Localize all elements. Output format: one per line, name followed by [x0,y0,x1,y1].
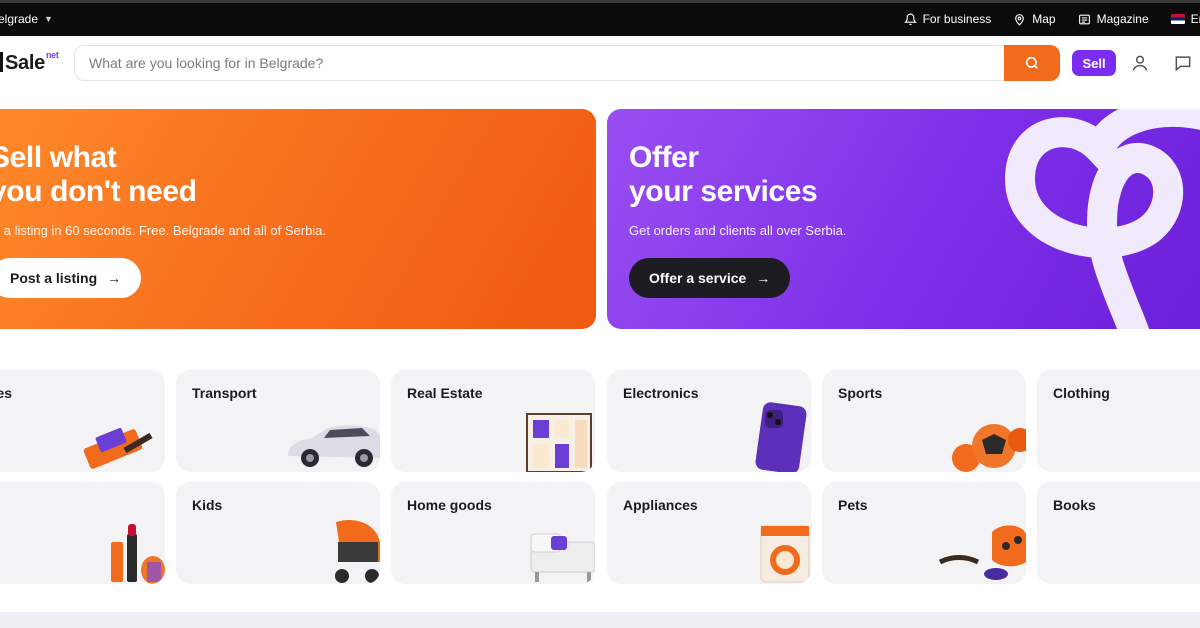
services-banner-subtitle: Get orders and clients all over Serbia. [629,223,847,238]
swirl-decoration-icon [1004,109,1200,329]
newspaper-icon [1078,14,1090,24]
pet-supplies-icon [938,525,1026,580]
offer-service-label: Offer a service [649,270,747,286]
map-label: Map [1032,12,1056,26]
section-divider [0,612,1200,628]
sell-banner[interactable]: Sell what you don't need st a listing in… [0,109,596,329]
post-listing-button[interactable]: Post a listing → [0,258,142,298]
user-icon [1132,55,1148,71]
sell-banner-title: Sell what you don't need [0,141,197,208]
map-pin-icon [1015,13,1025,26]
category-label: Real Estate [407,385,483,401]
book-icon [1137,512,1200,584]
messages-button[interactable] [1173,53,1193,73]
sell-banner-subtitle: st a listing in 60 seconds. Free. Belgra… [0,223,327,238]
category-card-clothing[interactable]: Clothing [1037,370,1200,472]
category-card-beauty[interactable]: uty [0,482,165,584]
logo-mark [0,52,3,72]
sofa-icon [530,533,595,582]
washing-machine-icon [760,525,810,583]
logo-superscript: net [45,50,59,60]
services-banner-title: Offer your services [629,141,818,208]
category-label: Transport [192,385,257,401]
search-bar [74,45,1060,81]
city-selector[interactable]: elgrade ▼ [0,12,53,26]
category-label: Books [1053,497,1096,513]
arrow-right-icon: → [756,270,771,286]
balls-icon [952,424,1026,472]
category-card-appliances[interactable]: Appliances [607,482,811,584]
category-label: Clothing [1053,385,1110,401]
top-bar: elgrade ▼ For business Map Magazine Eng [0,0,1200,36]
flag-icon [1170,14,1185,24]
bell-icon [903,13,917,25]
sell-button[interactable]: Sell [1072,50,1116,76]
category-label: vices [0,385,13,401]
shoe-icon [1137,400,1200,472]
category-label: Kids [192,497,223,513]
category-label: Appliances [623,497,698,513]
city-label: elgrade [0,12,39,26]
category-label: Electronics [623,385,699,401]
logo-text: Sale [5,52,45,74]
services-banner[interactable]: Offer your services Get orders and clien… [607,109,1200,329]
cosmetics-icon [111,524,165,584]
category-card-real-estate[interactable]: Real Estate [391,370,595,472]
post-listing-label: Post a listing [10,270,98,286]
arrow-right-icon: → [107,270,122,286]
category-label: Pets [838,497,868,513]
search-button[interactable] [1004,45,1060,81]
category-card-sports[interactable]: Sports [822,370,1026,472]
phone-icon [755,402,807,472]
top-links: For business Map Magazine Eng [903,12,1200,26]
category-label: Sports [838,385,883,401]
language-label: Eng [1190,12,1200,26]
profile-button[interactable] [1130,53,1150,73]
house-icon [526,413,592,472]
category-card-transport[interactable]: Transport [176,370,380,472]
language-selector[interactable]: Eng [1170,12,1200,26]
offer-service-button[interactable]: Offer a service → [629,258,791,298]
toolkit-icon [83,427,153,469]
category-card-electronics[interactable]: Electronics [607,370,811,472]
chat-icon [1175,56,1191,72]
header: Sale net [0,36,1200,92]
chevron-down-icon: ▼ [44,14,53,24]
for-business-link[interactable]: For business [903,12,992,26]
category-card-pets[interactable]: Pets [822,482,1026,584]
magazine-label: Magazine [1096,12,1149,26]
page: elgrade ▼ For business Map Magazine Eng [0,0,1200,628]
magazine-link[interactable]: Magazine [1078,12,1149,26]
search-icon [1025,56,1038,69]
category-card-kids[interactable]: Kids [176,482,380,584]
search-input[interactable] [89,46,989,80]
stroller-icon [335,520,380,583]
for-business-label: For business [922,12,992,26]
category-card-books[interactable]: Books [1037,482,1200,584]
category-card-home-goods[interactable]: Home goods [391,482,595,584]
category-card-services[interactable]: vices [0,370,165,472]
category-label: Home goods [407,497,492,513]
map-link[interactable]: Map [1013,12,1056,26]
logo[interactable]: Sale net [0,50,59,75]
car-icon [288,425,380,467]
